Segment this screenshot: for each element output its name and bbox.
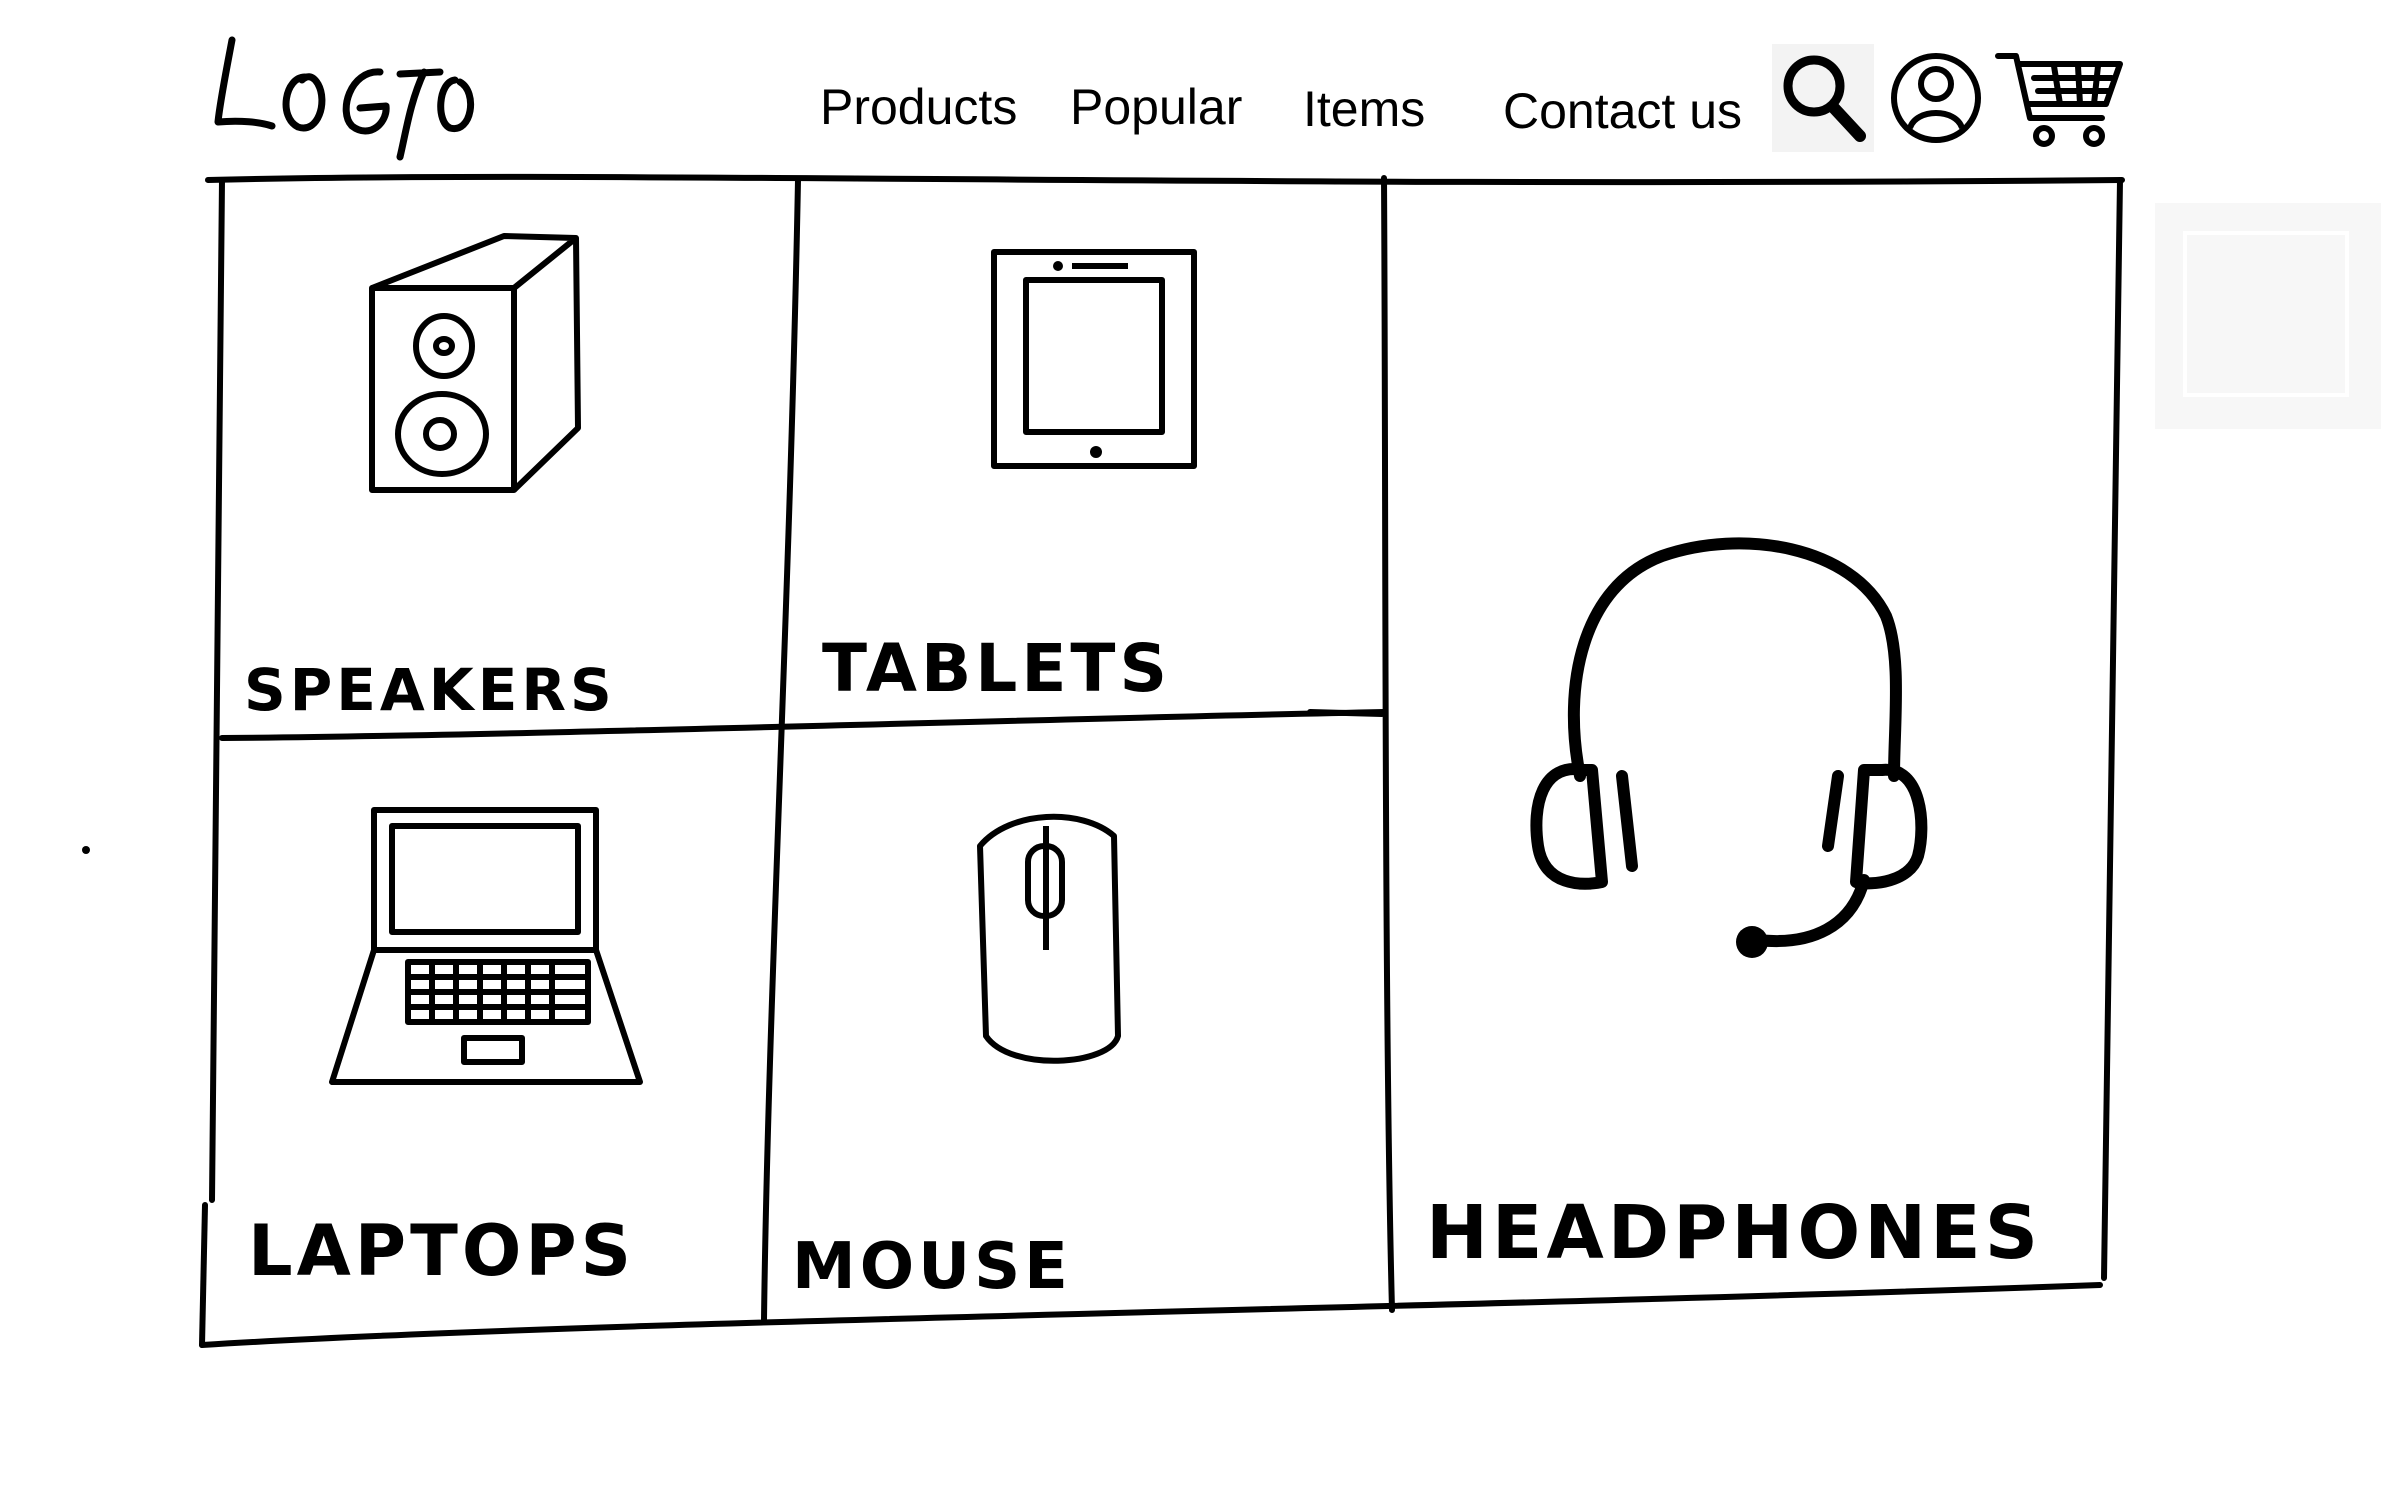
category-card-speakers[interactable]: SPEAKERS: [224, 184, 794, 734]
nav-products[interactable]: Products: [820, 72, 1017, 142]
category-label: HEADPHONES: [1426, 1190, 2043, 1276]
category-label: MOUSE: [792, 1230, 1072, 1304]
category-card-headphones[interactable]: HEADPHONES: [1392, 186, 2112, 1306]
image-placeholder: [2155, 203, 2381, 429]
laptop-icon: [329, 807, 643, 1085]
category-label: SPEAKERS: [244, 656, 616, 724]
category-label: TABLETS: [822, 630, 1171, 707]
nav-items[interactable]: Items: [1303, 74, 1425, 144]
user-icon[interactable]: [1888, 46, 1984, 150]
stray-dot: [82, 846, 90, 854]
cart-icon[interactable]: [1994, 50, 2124, 150]
logo[interactable]: [210, 22, 480, 162]
category-card-laptops[interactable]: LAPTOPS: [218, 742, 762, 1312]
mouse-icon: [977, 813, 1121, 1064]
headphones-icon: [1530, 537, 1928, 958]
category-card-mouse[interactable]: MOUSE: [770, 718, 1382, 1312]
speaker-icon: [369, 233, 581, 493]
nav-contact-us[interactable]: Contact us: [1503, 76, 1742, 146]
category-card-tablets[interactable]: TABLETS: [802, 184, 1380, 710]
nav-popular[interactable]: Popular: [1070, 72, 1242, 142]
category-label: LAPTOPS: [248, 1210, 636, 1292]
tablet-icon: [991, 249, 1197, 469]
search-icon[interactable]: [1772, 44, 1874, 152]
